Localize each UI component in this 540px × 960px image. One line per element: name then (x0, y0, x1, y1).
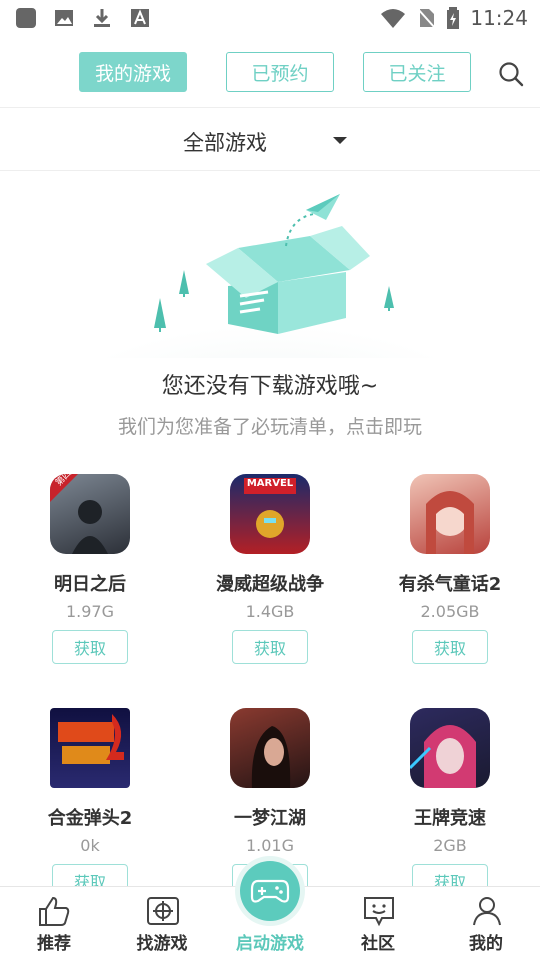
nav-recommend[interactable]: 推荐 (0, 887, 108, 960)
notification-icons (14, 7, 152, 29)
nav-launch-game[interactable]: 启动游戏 (216, 861, 324, 960)
get-button[interactable]: 获取 (232, 630, 308, 664)
game-filter-dropdown[interactable]: 全部游戏 (0, 109, 540, 171)
filter-label: 全部游戏 (183, 131, 267, 155)
game-size: 2GB (433, 836, 467, 855)
clock: 11:24 (470, 6, 528, 30)
thumbs-up-icon (39, 896, 70, 926)
game-icon[interactable]: MARVEL (230, 474, 310, 554)
nav-find-games[interactable]: 找游戏 (108, 887, 216, 960)
app-icon (14, 7, 38, 29)
status-bar: 11:24 (0, 0, 540, 36)
top-tabs: 我的游戏 已预约 已关注 (0, 36, 540, 108)
font-icon (128, 7, 152, 29)
game-size: 2.05GB (420, 602, 480, 621)
game-icon[interactable]: 第四季 (50, 474, 130, 554)
game-card[interactable]: MARVEL 漫威超级战争 1.4GB 获取 (180, 474, 360, 704)
game-size: 1.4GB (245, 602, 295, 621)
tab-my-games[interactable]: 我的游戏 (79, 52, 187, 92)
empty-title: 您还没有下载游戏哦~ (161, 374, 379, 399)
game-size: 0k (80, 836, 100, 855)
person-icon (473, 897, 501, 926)
game-name: 一梦江湖 (234, 808, 306, 829)
wifi-icon (381, 9, 406, 28)
gamepad-icon (250, 879, 290, 903)
chat-face-icon (364, 897, 394, 927)
tab-reserved[interactable]: 已预约 (226, 52, 334, 92)
nav-label: 我的 (469, 934, 503, 954)
game-size: 1.01G (245, 836, 295, 855)
image-icon (52, 7, 76, 29)
game-name: 明日之后 (54, 574, 126, 595)
get-button[interactable]: 获取 (412, 630, 488, 664)
empty-box-illustration (100, 194, 440, 358)
launch-game-button[interactable] (240, 861, 300, 921)
empty-subtitle: 我们为您准备了必玩清单，点击即玩 (117, 416, 422, 438)
nav-label: 启动游戏 (236, 934, 304, 954)
game-name: 合金弹头2 (47, 808, 133, 829)
nav-community[interactable]: 社区 (324, 887, 432, 960)
system-icons: 11:24 (380, 6, 528, 30)
game-name: 有杀气童话2 (398, 574, 502, 595)
get-button[interactable]: 获取 (52, 630, 128, 664)
search-icon[interactable] (498, 61, 524, 87)
game-card[interactable]: 第四季 明日之后 1.97G 获取 (0, 474, 180, 704)
game-icon[interactable] (410, 708, 490, 788)
nav-label: 社区 (361, 934, 395, 954)
game-icon[interactable] (230, 708, 310, 788)
no-sim-icon (417, 8, 437, 29)
caret-down-icon (333, 137, 347, 144)
game-icon[interactable] (50, 708, 130, 788)
nav-profile[interactable]: 我的 (432, 887, 540, 960)
bottom-nav: 推荐 找游戏 启动游戏 社区 我的 (0, 861, 540, 960)
game-name: 王牌竞速 (414, 808, 486, 829)
game-card[interactable]: 有杀气童话2 2.05GB 获取 (360, 474, 540, 704)
download-icon (90, 7, 114, 29)
crosshair-icon (147, 897, 179, 925)
battery-icon (447, 7, 460, 29)
game-icon[interactable] (410, 474, 490, 554)
nav-label: 找游戏 (136, 934, 188, 954)
tab-followed[interactable]: 已关注 (363, 52, 471, 92)
game-name: 漫威超级战争 (216, 574, 324, 595)
game-size: 1.97G (65, 602, 115, 621)
nav-label: 推荐 (37, 934, 71, 954)
